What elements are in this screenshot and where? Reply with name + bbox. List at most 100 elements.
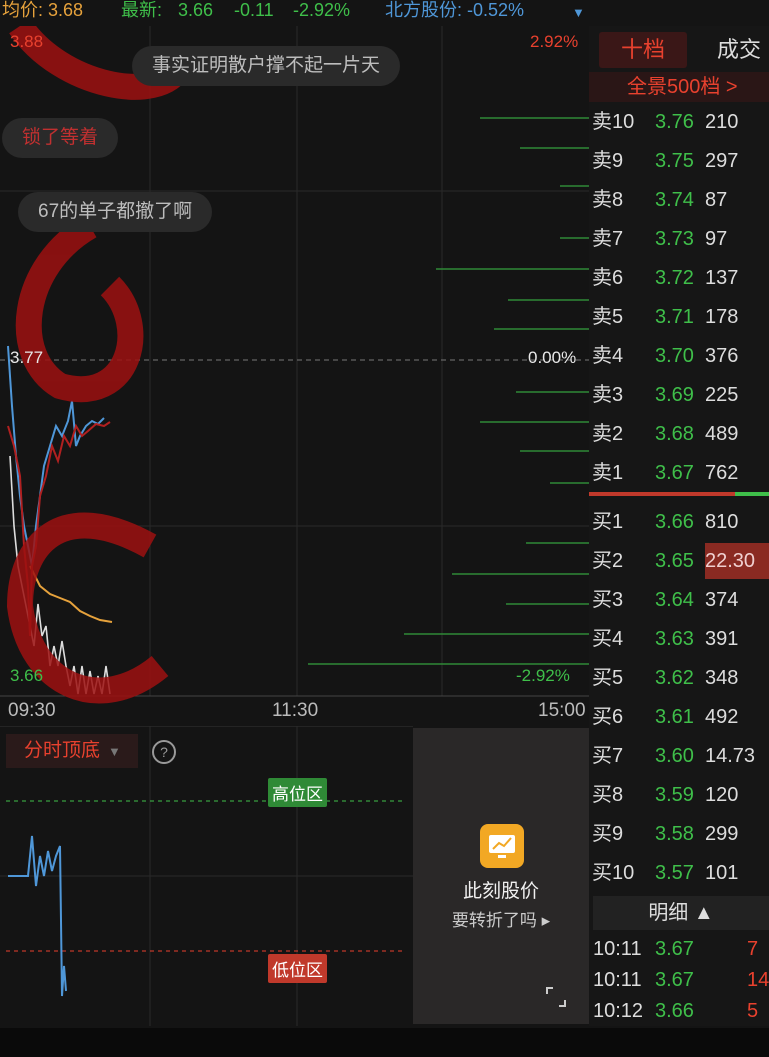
avg-price: 均价: 3.68 [2, 0, 84, 20]
promo-subtitle[interactable]: 要转折了吗 ▸ [413, 906, 589, 931]
level-volume: 210 [705, 111, 739, 133]
time-close: 15:00 [538, 700, 586, 721]
latest-label: 最新: [121, 0, 163, 20]
level-volume: 225 [705, 384, 739, 406]
level-volume: 374 [705, 589, 739, 611]
level-label: 买1 [592, 511, 624, 533]
level-label: 卖6 [592, 267, 624, 289]
indicator-selector[interactable]: 分时顶底 ▼ [6, 734, 138, 768]
level-volume: 297 [705, 150, 739, 172]
level-label: 买2 [592, 550, 624, 572]
level-label: 卖5 [592, 306, 624, 328]
detail-header[interactable]: 明细 ▲ [593, 896, 769, 930]
level-label: 买3 [592, 589, 624, 611]
order-level-row[interactable]: 买3 3.64 374 [589, 582, 769, 618]
order-level-row[interactable]: 买1 3.66 810 [589, 504, 769, 540]
index-change[interactable]: 北方股份: -0.52% [385, 0, 524, 20]
time-open: 09:30 [8, 700, 56, 721]
order-level-row[interactable]: 买4 3.63 391 [589, 621, 769, 657]
level-price: 3.61 [655, 706, 694, 728]
level-label: 卖9 [592, 150, 624, 172]
level-volume: 299 [705, 823, 739, 845]
order-level-row[interactable]: 卖8 3.74 87 [589, 182, 769, 218]
level-price: 3.66 [655, 511, 694, 533]
trade-volume: 7 [747, 938, 759, 960]
order-level-row[interactable]: 买10 3.57 101 [589, 855, 769, 891]
level-volume: 178 [705, 306, 739, 328]
expand-icon[interactable] [545, 986, 567, 1008]
tab-ten-levels[interactable]: 十档 [599, 32, 687, 68]
level-label: 卖10 [592, 111, 635, 133]
order-level-row[interactable]: 卖6 3.72 137 [589, 260, 769, 296]
pct-high-label: 2.92% [530, 32, 579, 51]
level-volume: 22.30 [705, 543, 769, 579]
level-volume: 87 [705, 189, 728, 211]
tab-trades[interactable]: 成交 [717, 32, 761, 68]
level-price: 3.72 [655, 267, 694, 289]
trade-time: 10:12 [593, 1000, 644, 1022]
level-volume: 120 [705, 784, 739, 806]
trade-price: 3.66 [655, 1000, 694, 1022]
trade-volume: 5 [747, 1000, 759, 1022]
comment-bubble[interactable]: 67的单子都撤了啊 [18, 192, 213, 232]
level-price: 3.65 [655, 550, 694, 572]
trade-price: 3.67 [655, 969, 694, 991]
order-level-row[interactable]: 买6 3.61 492 [589, 699, 769, 735]
level-volume: 137 [705, 267, 739, 289]
dropdown-caret-icon[interactable]: ▼ [572, 3, 585, 23]
level-price: 3.58 [655, 823, 694, 845]
order-level-row[interactable]: 卖5 3.71 178 [589, 299, 769, 335]
help-icon[interactable]: ? [152, 740, 176, 764]
order-level-row[interactable]: 买7 3.60 14.73 [589, 738, 769, 774]
buy-sell-ratio-bar [589, 492, 769, 496]
level-label: 卖1 [592, 462, 624, 484]
level-price: 3.63 [655, 628, 694, 650]
trade-time: 10:11 [593, 969, 642, 991]
panorama-500-link[interactable]: 全景500档 > [589, 72, 769, 102]
level-price: 3.60 [655, 745, 694, 767]
order-level-row[interactable]: 卖7 3.73 97 [589, 221, 769, 257]
order-book: 十档 成交 全景500档 > 卖10 3.76 210 卖9 3.75 297 卖8 3.74… [589, 26, 769, 1026]
depth-lines [308, 117, 589, 665]
order-level-row[interactable]: 买9 3.58 299 [589, 816, 769, 852]
level-price: 3.74 [655, 189, 694, 211]
level-price: 3.76 [655, 111, 694, 133]
level-price: 3.59 [655, 784, 694, 806]
order-level-row[interactable]: 卖3 3.69 225 [589, 377, 769, 413]
pct-low-label: -2.92% [516, 666, 570, 685]
level-price: 3.70 [655, 345, 694, 367]
low-zone-tag: 低位区 [268, 954, 327, 983]
comment-bubble[interactable]: 事实证明散户撑不起一片天 [132, 46, 401, 86]
trade-row: 10:11 3.67 7 [589, 934, 769, 964]
level-volume: 97 [705, 228, 728, 250]
order-level-row[interactable]: 卖9 3.75 297 [589, 143, 769, 179]
level-label: 买4 [592, 628, 624, 650]
order-level-row[interactable]: 买2 3.65 22.30 [589, 543, 769, 579]
bottom-toolbar [0, 1028, 769, 1057]
level-label: 买10 [592, 862, 635, 884]
level-price: 3.69 [655, 384, 694, 406]
order-level-row[interactable]: 买5 3.62 348 [589, 660, 769, 696]
price-high-label: 3.88 [10, 32, 44, 51]
chevron-down-icon: ▼ [108, 744, 121, 759]
level-volume: 348 [705, 667, 739, 689]
order-level-row[interactable]: 卖2 3.68 489 [589, 416, 769, 452]
level-label: 卖7 [592, 228, 624, 250]
order-level-row[interactable]: 卖4 3.70 376 [589, 338, 769, 374]
level-label: 卖4 [592, 345, 624, 367]
chart-icon [480, 824, 524, 868]
promo-card[interactable]: 此刻股价 要转折了吗 ▸ [413, 728, 589, 1024]
level-volume: 376 [705, 345, 739, 367]
pct-mid-label: 0.00% [528, 348, 577, 367]
comment-bubble[interactable]: 锁了等着 [2, 118, 119, 158]
level-label: 买8 [592, 784, 624, 806]
high-zone-tag: 高位区 [268, 778, 327, 807]
level-price: 3.75 [655, 150, 694, 172]
level-volume: 492 [705, 706, 739, 728]
indicator-chart[interactable] [0, 726, 413, 1026]
trade-row: 10:11 3.67 14 [589, 965, 769, 995]
level-volume: 101 [705, 862, 739, 884]
order-level-row[interactable]: 买8 3.59 120 [589, 777, 769, 813]
order-level-row[interactable]: 卖10 3.76 210 [589, 104, 769, 140]
order-level-row[interactable]: 卖1 3.67 762 [589, 455, 769, 491]
